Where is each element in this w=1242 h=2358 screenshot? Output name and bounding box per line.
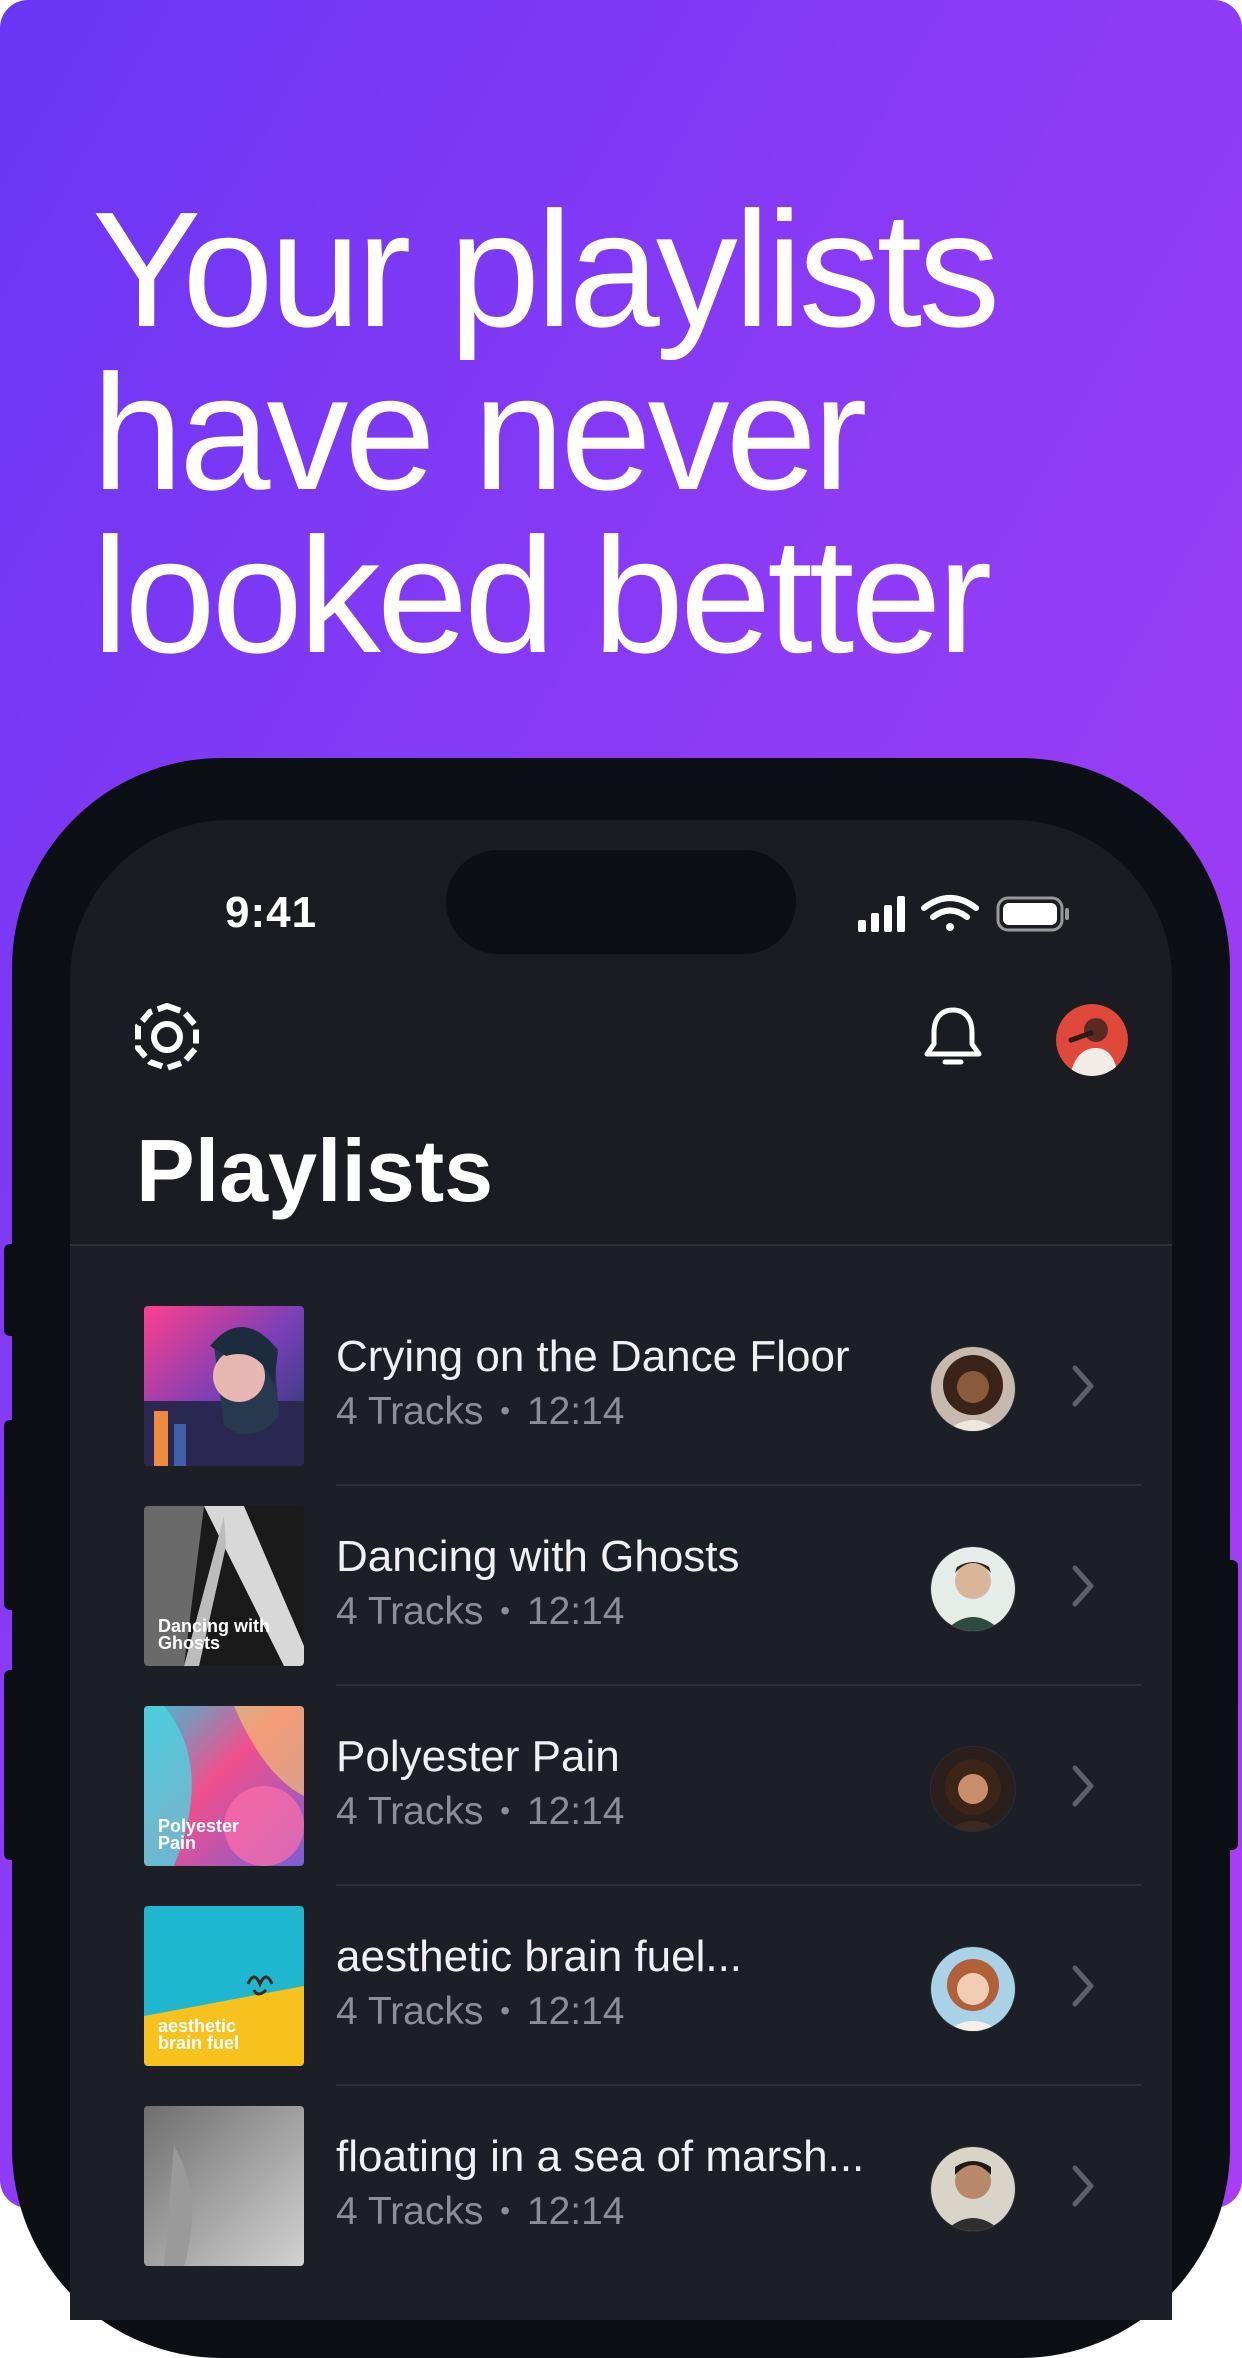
meta-separator: • <box>500 1995 511 2026</box>
phone-side-button <box>4 1244 20 1336</box>
playlist-duration: 12:14 <box>526 1790 625 1833</box>
meta-separator: • <box>500 1795 511 1826</box>
playlist-row[interactable]: Dancing with Ghosts Dancing with Ghosts … <box>70 1506 1172 1706</box>
row-divider <box>336 1684 1141 1686</box>
phone-volume-up-button <box>4 1420 20 1610</box>
owner-avatar <box>930 1946 1016 2032</box>
playlist-tracks: 4 Tracks <box>336 1390 484 1433</box>
app-header: Playlists <box>70 820 1172 1220</box>
playlist-tracks: 4 Tracks <box>336 1590 484 1633</box>
chevron-right-icon <box>1072 1365 1094 1407</box>
row-divider <box>336 2084 1141 2086</box>
playlist-duration: 12:14 <box>526 1590 625 1633</box>
playlist-duration: 12:14 <box>526 1990 625 2033</box>
phone-volume-down-button <box>4 1670 20 1860</box>
playlist-cover: Polyester Pain <box>144 1706 304 1866</box>
meta-separator: • <box>500 1395 511 1426</box>
playlist-title: aesthetic brain fuel... <box>336 1932 743 1981</box>
cover-caption: Polyester Pain <box>158 1816 240 1853</box>
playlist-row[interactable]: Crying on the Dance Floor 4 Tracks • 12:… <box>70 1306 1172 1506</box>
cover-caption: aesthetic brain fuel <box>158 2016 240 2053</box>
playlist-meta: 4 Tracks • 12:14 <box>336 1390 624 1434</box>
bell-icon[interactable] <box>922 1004 984 1070</box>
row-divider <box>336 1484 1141 1486</box>
playlist-tracks: 4 Tracks <box>336 2190 484 2233</box>
meta-separator: • <box>500 2195 511 2226</box>
meta-separator: • <box>500 1595 511 1626</box>
app-screen: 9:41 Playlists Crying on the Dance Floor… <box>70 820 1172 2320</box>
owner-avatar <box>930 1546 1016 1632</box>
chevron-right-icon <box>1072 1765 1094 1807</box>
page-title: Playlists <box>136 1121 494 1220</box>
playlist-cover: Dancing with Ghosts <box>144 1506 304 1666</box>
chevron-right-icon <box>1072 1965 1094 2007</box>
headline-line-1: Your playlists <box>92 178 1000 361</box>
playlist-title: Dancing with Ghosts <box>336 1532 740 1581</box>
playlist-row[interactable]: floating in a sea of marsh... 4 Tracks •… <box>70 2106 1172 2306</box>
chevron-right-icon <box>1072 1565 1094 1607</box>
playlist-tracks: 4 Tracks <box>336 1790 484 1833</box>
playlist-title: Polyester Pain <box>336 1732 620 1781</box>
cover-caption: Dancing with Ghosts <box>158 1616 270 1653</box>
playlist-duration: 12:14 <box>526 2190 625 2233</box>
playlist-cover <box>144 2106 304 2266</box>
profile-avatar[interactable] <box>1056 1004 1128 1076</box>
playlist-row[interactable]: aesthetic brain fuel aesthetic brain fue… <box>70 1906 1172 2106</box>
playlist-duration: 12:14 <box>526 1390 625 1433</box>
playlist-meta: 4 Tracks • 12:14 <box>336 1990 624 2034</box>
playlist-cover <box>144 1306 304 1466</box>
playlist-meta: 4 Tracks • 12:14 <box>336 2190 624 2234</box>
playlist-meta: 4 Tracks • 12:14 <box>336 1790 624 1834</box>
headline-line-2: have never <box>92 341 867 524</box>
playlist-meta: 4 Tracks • 12:14 <box>336 1590 624 1634</box>
playlist-row[interactable]: Polyester Pain Polyester Pain 4 Tracks •… <box>70 1706 1172 1906</box>
owner-avatar <box>930 1346 1016 1432</box>
owner-avatar <box>930 2146 1016 2232</box>
owner-avatar <box>930 1746 1016 1832</box>
row-divider <box>336 1884 1141 1886</box>
playlist-tracks: 4 Tracks <box>336 1990 484 2033</box>
headline: Your playlists have never looked better <box>92 178 1192 687</box>
phone-power-button <box>1222 1560 1238 1850</box>
playlist-title: floating in a sea of marsh... <box>336 2132 865 2181</box>
settings-gear-icon[interactable] <box>132 1002 202 1072</box>
playlist-title: Crying on the Dance Floor <box>336 1332 850 1381</box>
chevron-right-icon <box>1072 2165 1094 2207</box>
headline-line-3: looked better <box>92 504 992 687</box>
playlist-cover: aesthetic brain fuel <box>144 1906 304 2066</box>
